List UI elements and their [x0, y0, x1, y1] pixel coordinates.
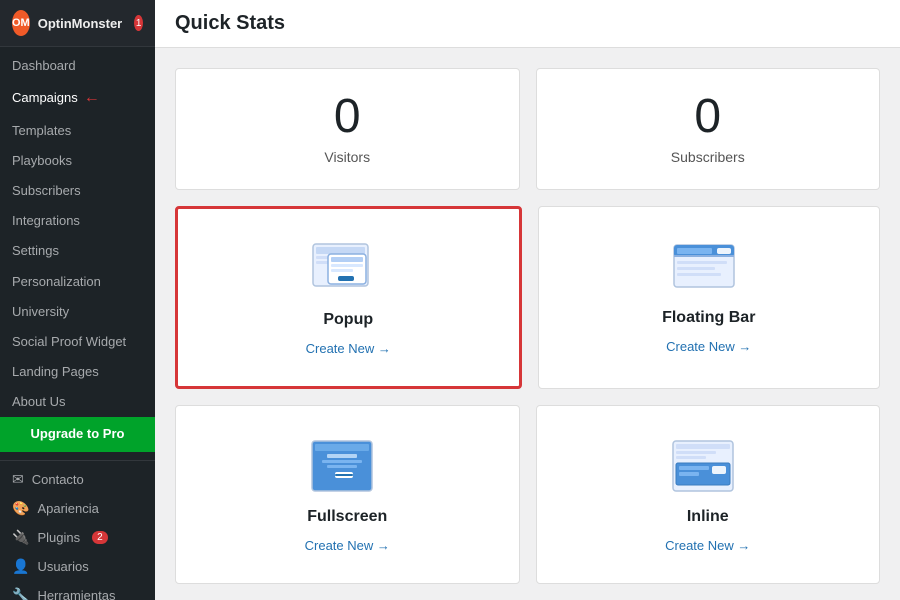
campaign-card-inline[interactable]: Inline Create New →	[536, 405, 881, 584]
popup-title: Popup	[323, 311, 373, 329]
arrow-icon: ←	[84, 87, 100, 109]
sidebar-logo[interactable]: OM OptinMonster 1	[0, 0, 155, 47]
sidebar-item-about-us[interactable]: About Us	[0, 387, 155, 417]
mail-icon: ✉	[12, 471, 24, 488]
sidebar-item-playbooks[interactable]: Playbooks	[0, 146, 155, 176]
campaign-cards-row-2: Fullscreen Create New →	[175, 405, 880, 584]
sidebar-item-apariencia-label: Apariencia	[37, 501, 98, 516]
appearance-icon: 🎨	[12, 500, 29, 517]
sidebar-item-usuarios[interactable]: 👤 Usuarios	[0, 552, 155, 581]
sidebar-divider-wp	[0, 460, 155, 461]
sidebar-logo-badge: 1	[134, 15, 143, 31]
stat-card-visitors: 0 Visitors	[175, 68, 520, 190]
users-icon: 👤	[12, 558, 29, 575]
sidebar-item-university[interactable]: University	[0, 297, 155, 327]
subscribers-label: Subscribers	[577, 149, 840, 165]
inline-create-link[interactable]: Create New →	[665, 538, 750, 553]
sidebar-item-herramientas[interactable]: 🔧 Herramientas	[0, 581, 155, 600]
plugins-badge: 2	[92, 531, 108, 544]
floating-bar-illustration	[669, 237, 749, 297]
sidebar-item-landing-pages[interactable]: Landing Pages	[0, 357, 155, 387]
tools-icon: 🔧	[12, 587, 29, 600]
campaign-card-fullscreen[interactable]: Fullscreen Create New →	[175, 405, 520, 584]
fullscreen-illustration	[307, 436, 387, 496]
floating-bar-create-link[interactable]: Create New →	[666, 339, 751, 354]
sidebar-item-herramientas-label: Herramientas	[37, 588, 115, 600]
sidebar-item-campaigns-label: Campaigns	[12, 89, 78, 107]
popup-create-link[interactable]: Create New →	[306, 341, 391, 356]
sidebar-item-personalization[interactable]: Personalization	[0, 267, 155, 297]
visitors-number: 0	[216, 93, 479, 141]
stats-row: 0 Visitors 0 Subscribers	[175, 68, 880, 190]
plugins-icon: 🔌	[12, 529, 29, 546]
sidebar-logo-text: OptinMonster	[38, 16, 123, 31]
sidebar-item-contacto-label: Contacto	[32, 472, 84, 487]
sidebar-item-apariencia[interactable]: 🎨 Apariencia	[0, 494, 155, 523]
popup-illustration	[308, 239, 388, 299]
fullscreen-create-link[interactable]: Create New →	[305, 538, 390, 553]
sidebar-item-campaigns[interactable]: Campaigns ←	[0, 81, 155, 115]
fullscreen-title: Fullscreen	[307, 508, 387, 526]
main-content: Quick Stats 0 Visitors 0 Subscribers	[155, 0, 900, 600]
sidebar-item-contacto[interactable]: ✉ Contacto	[0, 465, 155, 494]
stat-card-subscribers: 0 Subscribers	[536, 68, 881, 190]
campaign-cards-row-1: Popup Create New →	[175, 206, 880, 389]
floating-bar-title: Floating Bar	[662, 309, 755, 327]
content-area: 0 Visitors 0 Subscribers	[155, 48, 900, 600]
page-title: Quick Stats	[155, 0, 900, 48]
sidebar-item-upgrade[interactable]: Upgrade to Pro	[0, 417, 155, 451]
inline-title: Inline	[687, 508, 729, 526]
sidebar-item-plugins-label: Plugins	[37, 530, 80, 545]
campaign-card-floating-bar[interactable]: Floating Bar Create New →	[538, 206, 881, 389]
sidebar-item-settings[interactable]: Settings	[0, 236, 155, 266]
sidebar-item-plugins[interactable]: 🔌 Plugins 2	[0, 523, 155, 552]
sidebar-item-dashboard[interactable]: Dashboard	[0, 51, 155, 81]
optinmonster-icon: OM	[12, 10, 30, 36]
sidebar-nav: Dashboard Campaigns ← Templates Playbook…	[0, 47, 155, 456]
sidebar-item-templates[interactable]: Templates	[0, 116, 155, 146]
sidebar-item-integrations[interactable]: Integrations	[0, 206, 155, 236]
inline-illustration	[668, 436, 748, 496]
sidebar: OM OptinMonster 1 Dashboard Campaigns ← …	[0, 0, 155, 600]
sidebar-item-social-proof[interactable]: Social Proof Widget	[0, 327, 155, 357]
sidebar-item-subscribers[interactable]: Subscribers	[0, 176, 155, 206]
sidebar-item-usuarios-label: Usuarios	[37, 559, 88, 574]
subscribers-number: 0	[577, 93, 840, 141]
visitors-label: Visitors	[216, 149, 479, 165]
campaign-card-popup[interactable]: Popup Create New →	[175, 206, 522, 389]
